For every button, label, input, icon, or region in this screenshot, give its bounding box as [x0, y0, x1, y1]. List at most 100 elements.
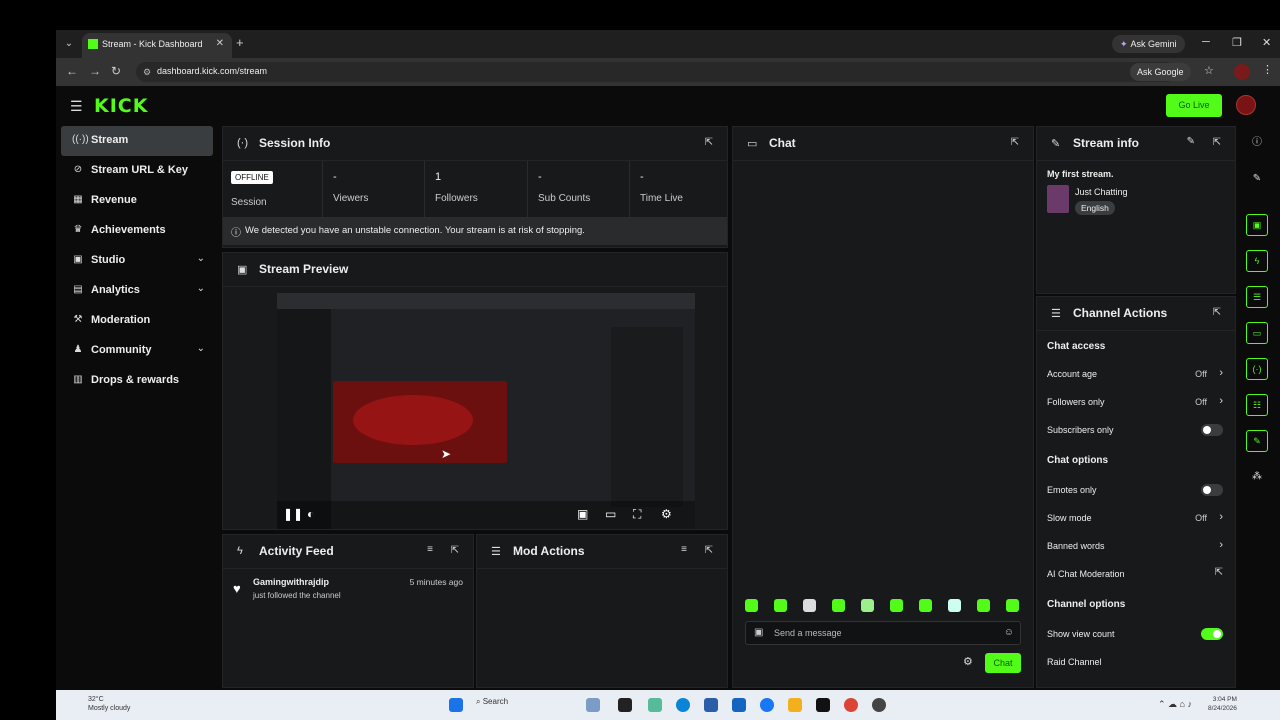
activity-desc: just followed the channel — [253, 591, 341, 600]
app-icon[interactable] — [872, 698, 886, 712]
emote-icon[interactable] — [977, 599, 990, 612]
followers-only-row[interactable]: Followers only Off › — [1047, 395, 1223, 411]
url-field[interactable]: ⚙ dashboard.kick.com/stream — [136, 62, 1176, 82]
activity-user[interactable]: Gamingwithrajdip — [253, 577, 329, 587]
popout-icon[interactable]: ⇱ — [1213, 307, 1221, 318]
category-name[interactable]: Just Chatting — [1075, 187, 1128, 197]
sidebar-item-community[interactable]: ♟ Community ⌄ — [61, 336, 213, 366]
emote-icon[interactable] — [832, 599, 845, 612]
site-info-icon[interactable]: ⚙ — [140, 65, 154, 79]
app-icon[interactable] — [586, 698, 600, 712]
sidebar-item-moderation[interactable]: ⚒ Moderation — [61, 306, 213, 336]
sidebar-item-stream[interactable]: ((·)) Stream — [61, 126, 213, 156]
emote-icon[interactable] — [919, 599, 932, 612]
new-tab-icon[interactable]: + — [236, 35, 244, 50]
emote-icon[interactable] — [890, 599, 903, 612]
terminal-icon[interactable] — [816, 698, 830, 712]
kick-logo[interactable]: KICK — [94, 95, 148, 117]
chat-message-input[interactable]: ▣ Send a message ☺ — [745, 621, 1021, 645]
volume-icon[interactable]: ◐ — [307, 507, 314, 521]
theater-icon[interactable]: ▭ — [605, 507, 616, 521]
filter-icon[interactable]: ≡ — [681, 544, 687, 555]
filter-icon[interactable]: ≡ — [427, 544, 433, 555]
store-icon[interactable] — [704, 698, 718, 712]
channel-actions-widget-icon[interactable]: ☷ — [1246, 394, 1268, 416]
emotes-only-toggle[interactable] — [1201, 484, 1223, 496]
emote-icon[interactable] — [1006, 599, 1019, 612]
taskbar-search[interactable]: ⌕ Search — [476, 697, 568, 713]
forward-icon[interactable]: → — [89, 64, 101, 78]
slow-mode-row[interactable]: Slow mode Off › — [1047, 511, 1223, 527]
folder-icon[interactable] — [788, 698, 802, 712]
browser-tab[interactable]: Stream - Kick Dashboard ✕ — [82, 33, 232, 58]
preview-widget-icon[interactable]: ▣ — [1246, 214, 1268, 236]
start-icon[interactable] — [449, 698, 463, 712]
emote-icon[interactable] — [861, 599, 874, 612]
emote-icon[interactable] — [803, 599, 816, 612]
popout-icon[interactable]: ⇱ — [705, 545, 713, 556]
sidebar-item-drops-rewards[interactable]: ▥ Drops & rewards — [61, 366, 213, 396]
facebook-icon[interactable] — [760, 698, 774, 712]
sidebar-item-revenue[interactable]: ▦ Revenue — [61, 186, 213, 216]
chat-settings-gear-icon[interactable]: ⚙ — [963, 655, 973, 668]
add-widget-icon[interactable]: ⁂ — [1246, 466, 1268, 488]
sidebar-item-achievements[interactable]: ♛ Achievements — [61, 216, 213, 246]
system-tray[interactable]: ⌃ ☁ ⌂ ♪ — [1158, 699, 1192, 710]
popout-icon[interactable]: ⇱ — [451, 545, 459, 556]
emote-icon[interactable] — [745, 599, 758, 612]
sidebar-item-studio[interactable]: ▣ Studio ⌄ — [61, 246, 213, 276]
file-explorer-icon[interactable] — [618, 698, 632, 712]
minimize-icon[interactable]: ─ — [1202, 36, 1210, 48]
weather-widget[interactable]: 32°C Mostly cloudy — [68, 695, 130, 713]
banned-words-row[interactable]: Banned words › — [1047, 539, 1223, 555]
mail-icon[interactable] — [732, 698, 746, 712]
ask-gemini-button[interactable]: ✦ Ask Gemini — [1112, 35, 1185, 53]
go-live-button[interactable]: Go Live — [1166, 94, 1222, 117]
close-window-icon[interactable]: ✕ — [1262, 36, 1271, 49]
send-chat-button[interactable]: Chat — [985, 653, 1021, 673]
emote-icon[interactable] — [948, 599, 961, 612]
edit-pencil-icon[interactable]: ✎ — [1246, 168, 1268, 190]
pause-icon[interactable]: ❚❚ — [283, 507, 303, 521]
tab-search-icon[interactable]: ⌄ — [62, 37, 76, 51]
info-icon[interactable]: ⓘ — [1246, 132, 1268, 154]
ask-google-button[interactable]: Ask Google — [1130, 63, 1191, 81]
video-player[interactable]: ➤ ❚❚ ◐ ▣ ▭ ⛶ ⚙ — [277, 293, 695, 529]
emoji-icon[interactable]: ☺ — [1004, 627, 1014, 638]
sidebar-item-stream-url-key[interactable]: ⊘ Stream URL & Key — [61, 156, 213, 186]
stream-info-widget-icon[interactable]: ✎ — [1246, 430, 1268, 452]
pip-icon[interactable]: ▣ — [577, 507, 588, 521]
profile-avatar[interactable] — [1234, 64, 1250, 80]
activity-widget-icon[interactable]: ϟ — [1246, 250, 1268, 272]
account-age-row[interactable]: Account age Off › — [1047, 367, 1223, 383]
mod-actions-widget-icon[interactable]: ☰ — [1246, 286, 1268, 308]
popout-icon[interactable]: ⇱ — [1011, 137, 1019, 148]
bookmark-star-icon[interactable]: ☆ — [1204, 64, 1214, 77]
sidebar-item-analytics[interactable]: ▤ Analytics ⌄ — [61, 276, 213, 306]
back-icon[interactable]: ← — [66, 64, 78, 78]
clock[interactable]: 3:04 PM 8/24/2026 — [1208, 695, 1237, 713]
edge-icon[interactable] — [676, 698, 690, 712]
panel-header: ☰ Channel Actions ⇱ — [1037, 297, 1235, 331]
subscribers-only-toggle[interactable] — [1201, 424, 1223, 436]
chat-widget-icon[interactable]: ▭ — [1246, 322, 1268, 344]
reload-icon[interactable]: ↻ — [111, 64, 121, 78]
restore-icon[interactable]: ❐ — [1232, 36, 1242, 49]
copilot-icon[interactable] — [648, 698, 662, 712]
settings-gear-icon[interactable]: ⚙ — [661, 507, 672, 521]
popout-icon[interactable]: ⇱ — [1213, 137, 1221, 148]
browser-menu-icon[interactable]: ⋮ — [1262, 63, 1273, 76]
hamburger-menu-icon[interactable]: ☰ — [70, 98, 83, 115]
close-tab-icon[interactable]: ✕ — [216, 38, 224, 49]
ai-chat-moderation-row[interactable]: AI Chat Moderation ⇱ — [1047, 567, 1223, 583]
raid-channel-row[interactable]: Raid Channel — [1047, 655, 1223, 671]
chrome-icon[interactable] — [844, 698, 858, 712]
popout-icon[interactable]: ⇱ — [705, 137, 713, 148]
edit-pencil-icon[interactable]: ✎ — [1187, 136, 1195, 147]
emote-icon[interactable] — [774, 599, 787, 612]
show-view-count-toggle[interactable] — [1201, 628, 1223, 640]
fullscreen-icon[interactable]: ⛶ — [633, 507, 641, 522]
user-avatar[interactable] — [1236, 95, 1256, 115]
sidebar-item-label: Achievements — [91, 224, 166, 236]
session-widget-icon[interactable]: (·) — [1246, 358, 1268, 380]
